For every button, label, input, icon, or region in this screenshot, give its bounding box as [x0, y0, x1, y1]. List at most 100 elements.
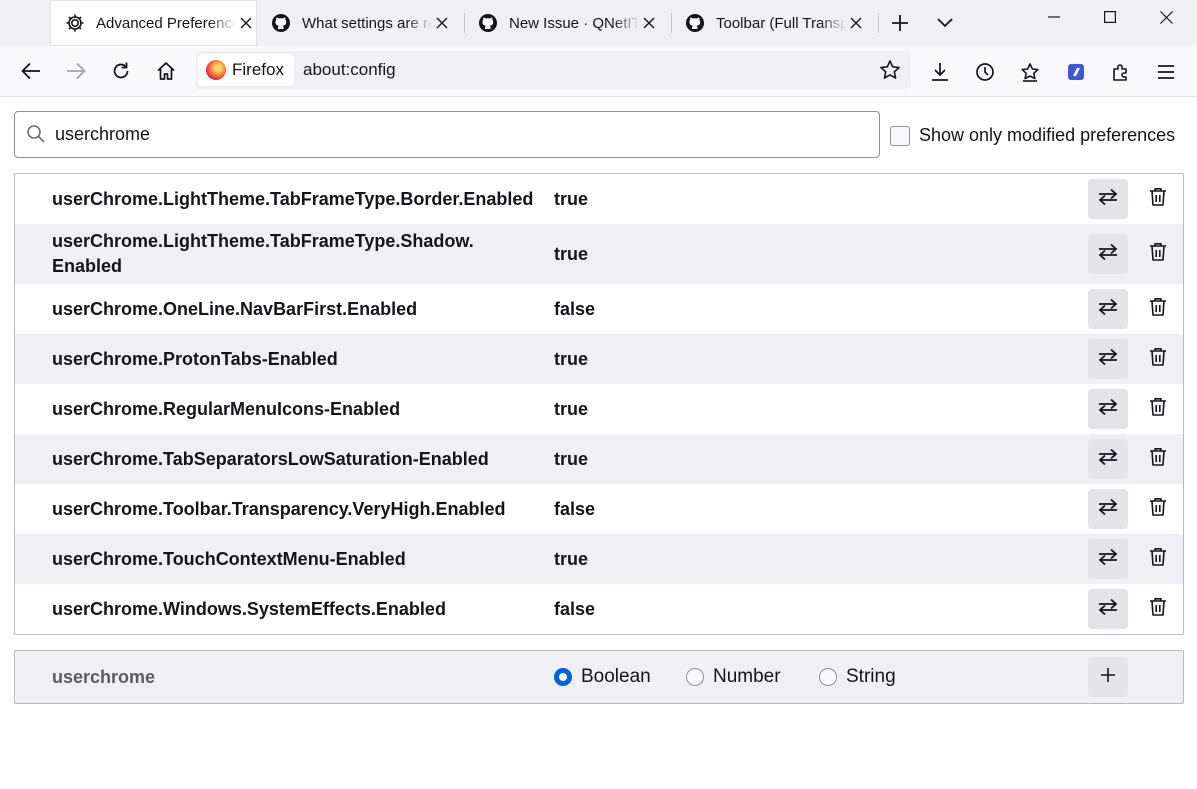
preference-value[interactable]: false	[554, 599, 595, 620]
tab-advanced-preferences[interactable]: Advanced Preferences	[50, 0, 257, 46]
preference-row[interactable]: userChrome.Windows.SystemEffects.Enabled…	[15, 584, 1183, 634]
close-tab-icon[interactable]	[236, 13, 256, 33]
toggle-button[interactable]	[1088, 179, 1128, 219]
toggle-arrows-icon	[1097, 188, 1119, 211]
reload-icon[interactable]	[105, 55, 137, 87]
extension-icon[interactable]	[1060, 56, 1092, 88]
tab-new-issue[interactable]: New Issue · QNetITQ	[477, 0, 667, 46]
preference-value[interactable]: true	[554, 449, 588, 470]
preference-value[interactable]: true	[554, 549, 588, 570]
trash-icon	[1149, 447, 1167, 472]
tab-title: New Issue · QNetITQ	[509, 14, 639, 32]
close-tab-icon[interactable]	[432, 13, 452, 33]
preference-value[interactable]: true	[554, 189, 588, 210]
show-only-modified-toggle[interactable]: Show only modified preferences	[890, 125, 1175, 146]
tab-what-settings[interactable]: What settings are required	[270, 0, 460, 46]
home-icon[interactable]	[150, 55, 182, 87]
preference-name: userChrome.ProtonTabs-Enabled	[52, 349, 338, 369]
preferences-table: userChrome.LightTheme.TabFrameType.Borde…	[14, 173, 1184, 635]
history-icon[interactable]	[969, 56, 1001, 88]
toggle-arrows-icon	[1097, 598, 1119, 621]
show-only-modified-checkbox[interactable]	[890, 125, 910, 146]
delete-button[interactable]	[1146, 547, 1170, 571]
toggle-arrows-icon	[1097, 243, 1119, 266]
preference-row[interactable]: userChrome.LightTheme.TabFrameType.Borde…	[15, 174, 1183, 224]
forward-button[interactable]	[60, 55, 92, 87]
tab-title: Advanced Preferences	[96, 14, 236, 32]
preference-value[interactable]: true	[554, 399, 588, 420]
bookmarks-menu-icon[interactable]	[1014, 56, 1046, 88]
delete-button[interactable]	[1146, 447, 1170, 471]
tab-toolbar-full-transparency[interactable]: Toolbar (Full Transparency)	[684, 0, 874, 46]
app-menu-icon[interactable]	[1150, 56, 1182, 88]
preference-name: userChrome.TabSeparatorsLowSaturation-En…	[52, 449, 489, 469]
trash-icon	[1149, 242, 1167, 267]
tab-separator	[671, 13, 672, 33]
list-all-tabs-button[interactable]	[930, 8, 960, 38]
back-button[interactable]	[15, 55, 47, 87]
toggle-button[interactable]	[1088, 539, 1128, 579]
plus-icon	[1100, 667, 1116, 688]
trash-icon	[1149, 597, 1167, 622]
close-tab-icon[interactable]	[639, 13, 659, 33]
type-radio-string[interactable]: String	[819, 666, 896, 688]
preference-row[interactable]: userChrome.TouchContextMenu-Enabled true	[15, 534, 1183, 584]
bookmark-star-icon[interactable]	[875, 55, 905, 85]
radio-button[interactable]	[686, 668, 704, 686]
firefox-logo-icon	[206, 60, 226, 80]
type-radio-boolean[interactable]: Boolean	[554, 666, 651, 688]
toggle-button[interactable]	[1088, 589, 1128, 629]
delete-button[interactable]	[1146, 397, 1170, 421]
minimize-window-button[interactable]	[1031, 0, 1077, 34]
identity-box[interactable]: Firefox	[198, 54, 294, 86]
add-preference-row: userchrome Boolean Number String	[14, 650, 1184, 704]
preference-value[interactable]: false	[554, 299, 595, 320]
preference-row[interactable]: userChrome.OneLine.NavBarFirst.Enabled fa…	[15, 284, 1183, 334]
maximize-window-button[interactable]	[1087, 0, 1133, 34]
preference-name: userChrome.TouchContextMenu-Enabled	[52, 549, 406, 569]
preference-row[interactable]: userChrome.LightTheme.TabFrameType.Shado…	[15, 224, 1183, 284]
toggle-button[interactable]	[1088, 234, 1128, 274]
type-radio-number[interactable]: Number	[686, 666, 781, 688]
preference-name: userChrome.LightTheme.TabFrameType.Shado…	[52, 231, 474, 276]
radio-button-selected[interactable]	[554, 668, 572, 686]
trash-icon	[1149, 297, 1167, 322]
toggle-arrows-icon	[1097, 298, 1119, 321]
toggle-button[interactable]	[1088, 439, 1128, 479]
preference-row[interactable]: userChrome.RegularMenuIcons-Enabled true	[15, 384, 1183, 434]
preference-name: userChrome.LightTheme.TabFrameType.Borde…	[52, 189, 534, 209]
preference-row[interactable]: userChrome.ProtonTabs-Enabled true	[15, 334, 1183, 384]
delete-button[interactable]	[1146, 187, 1170, 211]
radio-button[interactable]	[819, 668, 837, 686]
type-label-number: Number	[713, 666, 781, 687]
toggle-button[interactable]	[1088, 389, 1128, 429]
github-icon	[684, 12, 706, 34]
new-tab-button[interactable]	[885, 8, 915, 38]
toggle-button[interactable]	[1088, 339, 1128, 379]
preference-name: userChrome.RegularMenuIcons-Enabled	[52, 399, 401, 419]
close-tab-icon[interactable]	[846, 13, 866, 33]
gear-icon	[64, 12, 86, 34]
preference-row[interactable]: userChrome.Toolbar.Transparency.VeryHigh…	[15, 484, 1183, 534]
delete-button[interactable]	[1146, 497, 1170, 521]
trash-icon	[1149, 347, 1167, 372]
url-bar[interactable]: Firefox about:config	[196, 51, 911, 89]
preference-name: userChrome.OneLine.NavBarFirst.Enabled	[52, 299, 418, 319]
preference-row[interactable]: userChrome.TabSeparatorsLowSaturation-En…	[15, 434, 1183, 484]
extensions-puzzle-icon[interactable]	[1105, 56, 1137, 88]
url-text[interactable]: about:config	[303, 60, 396, 80]
delete-button[interactable]	[1146, 347, 1170, 371]
preference-value[interactable]: true	[554, 244, 588, 265]
close-window-button[interactable]	[1143, 0, 1189, 34]
delete-button[interactable]	[1146, 597, 1170, 621]
toggle-button[interactable]	[1088, 289, 1128, 329]
preference-value[interactable]: true	[554, 349, 588, 370]
delete-button[interactable]	[1146, 242, 1170, 266]
downloads-icon[interactable]	[924, 56, 956, 88]
add-preference-button[interactable]	[1088, 657, 1128, 697]
trash-icon	[1149, 187, 1167, 212]
toggle-button[interactable]	[1088, 489, 1128, 529]
preference-search-input[interactable]	[55, 120, 855, 148]
delete-button[interactable]	[1146, 297, 1170, 321]
preference-value[interactable]: false	[554, 499, 595, 520]
